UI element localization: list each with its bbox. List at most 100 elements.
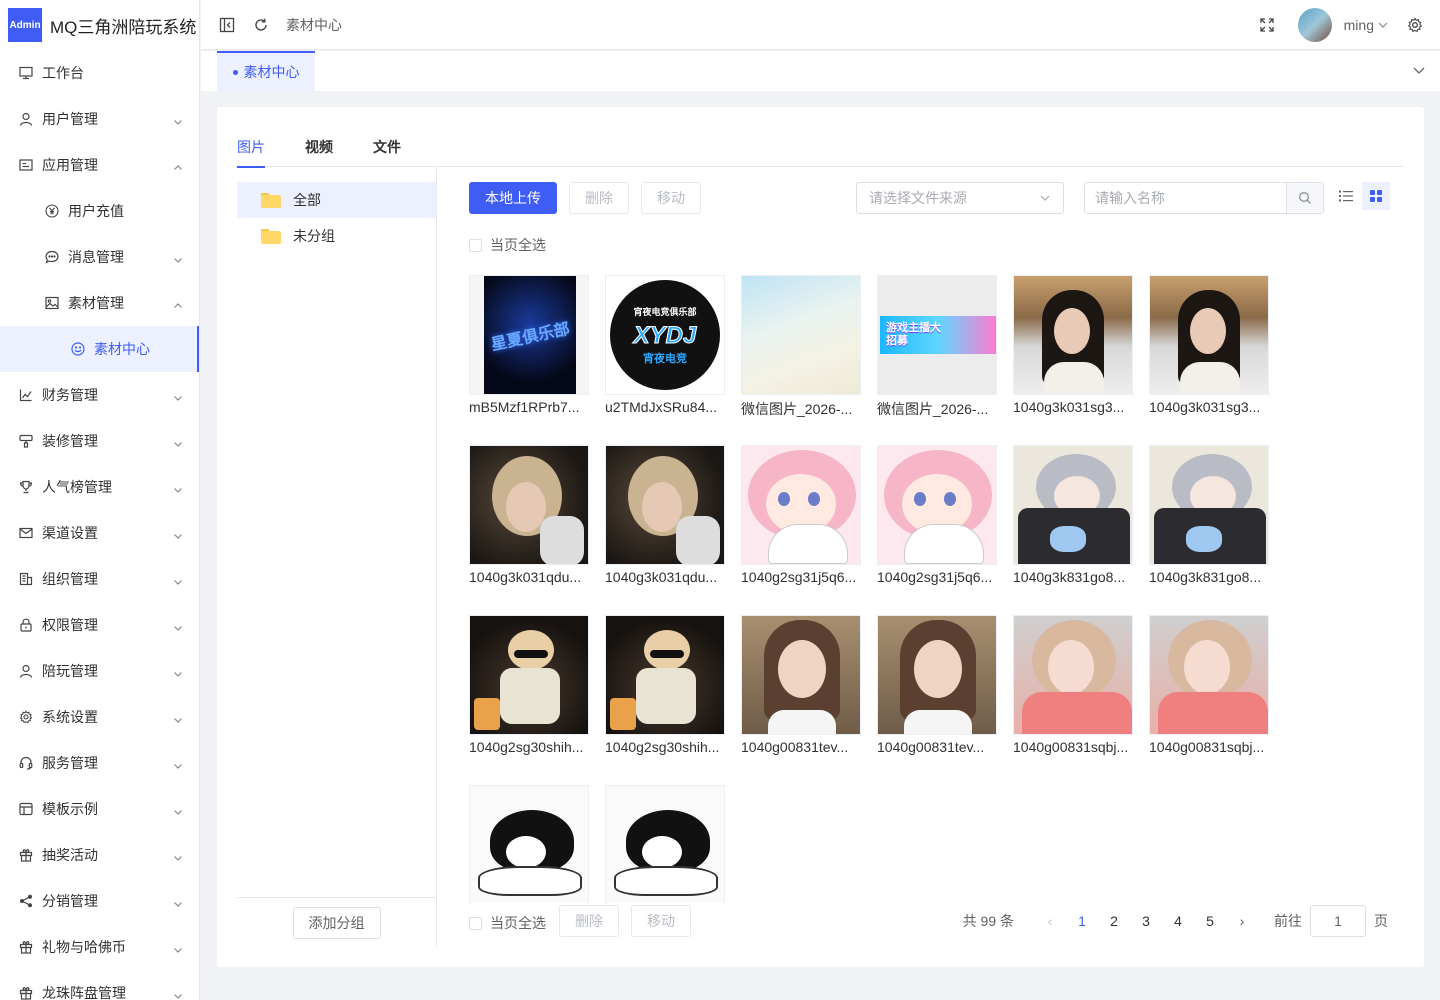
image-item[interactable]: 1040g3k031sg3...	[1149, 275, 1269, 415]
image-thumbnail[interactable]	[1013, 445, 1133, 565]
image-thumbnail[interactable]	[1149, 275, 1269, 395]
sidebar-item[interactable]: 龙珠阵盘管理	[0, 970, 199, 1000]
logo[interactable]: Admin MQ三角洲陪玩系统	[0, 0, 199, 50]
sidebar-item[interactable]: 分销管理	[0, 878, 199, 924]
page-1[interactable]: 1	[1066, 913, 1098, 929]
search-input[interactable]	[1085, 183, 1286, 213]
upload-button[interactable]: 本地上传	[469, 182, 557, 214]
tags-dropdown-icon[interactable]	[1412, 63, 1426, 80]
image-item[interactable]: 微信图片_2026-...	[741, 275, 861, 419]
image-item[interactable]: 1040g00831tev...	[741, 615, 861, 755]
sidebar-item[interactable]: 人气榜管理	[0, 464, 199, 510]
sidebar-item[interactable]: 渠道设置	[0, 510, 199, 556]
page-4[interactable]: 4	[1162, 913, 1194, 929]
page-5[interactable]: 5	[1194, 913, 1226, 929]
image-item[interactable]: 1040g2sg31j5q6...	[877, 445, 997, 585]
add-group-button[interactable]: 添加分组	[292, 906, 381, 939]
image-item[interactable]: 1040g00831sqbj...	[1149, 615, 1269, 755]
image-item[interactable]: 1040g3k031qdu...	[605, 445, 725, 585]
page-2[interactable]: 2	[1098, 913, 1130, 929]
image-thumbnail[interactable]	[877, 615, 997, 735]
image-item[interactable]: 1040g3k831go8...	[1149, 445, 1269, 585]
sidebar-item[interactable]: 财务管理	[0, 372, 199, 418]
group-item-ungrouped[interactable]: 未分组	[237, 218, 436, 254]
sidebar-item[interactable]: 工作台	[0, 50, 199, 96]
image-thumbnail[interactable]	[1013, 275, 1133, 395]
source-select-placeholder: 请选择文件来源	[869, 190, 967, 206]
image-item[interactable]: 游戏主播大招募 微信图片_2026-...	[877, 275, 997, 419]
image-thumbnail[interactable]: 星夏俱乐部	[469, 275, 589, 395]
image-item[interactable]: 1040g3k031qdu...	[469, 445, 589, 585]
image-item[interactable]: 1040g2sg30shih...	[469, 615, 589, 755]
next-page-icon[interactable]: ›	[1226, 913, 1258, 929]
sidebar-item[interactable]: 抽奖活动	[0, 832, 199, 878]
image-item[interactable]: 1040g00831tev...	[877, 615, 997, 755]
avatar[interactable]	[1297, 7, 1332, 42]
delete-button[interactable]: 删除	[569, 182, 629, 214]
image-thumbnail[interactable]	[1149, 615, 1269, 735]
select-all-checkbox[interactable]	[469, 238, 482, 252]
image-item[interactable]: 宵夜电竞俱乐部 XYDJ 宵夜电竞 u2TMdJxSRu84...	[605, 275, 725, 415]
sidebar-item[interactable]: 陪玩管理	[0, 648, 199, 694]
tab-tag-active[interactable]: 素材中心	[217, 51, 315, 91]
image-item[interactable]: 1040g2sg31j5q6...	[741, 445, 861, 585]
sidebar-item[interactable]: 服务管理	[0, 740, 199, 786]
prev-page-icon[interactable]: ‹	[1034, 913, 1066, 929]
image-item[interactable]: 1040g00831sqbj...	[1013, 615, 1133, 755]
sidebar-item[interactable]: 权限管理	[0, 602, 199, 648]
grid-view-icon[interactable]	[1362, 182, 1390, 210]
sidebar-item[interactable]: 素材中心	[0, 326, 199, 372]
image-thumbnail[interactable]	[741, 275, 861, 395]
group-item-all[interactable]: 全部	[237, 182, 436, 218]
gear-icon[interactable]	[1406, 16, 1424, 34]
sidebar-item[interactable]: 素材管理	[0, 280, 199, 326]
image-thumbnail[interactable]	[605, 445, 725, 565]
sidebar-item[interactable]: 应用管理	[0, 142, 199, 188]
image-thumbnail[interactable]	[469, 615, 589, 735]
sidebar-item[interactable]: 系统设置	[0, 694, 199, 740]
refresh-icon[interactable]	[252, 16, 270, 34]
goto-input[interactable]: 1	[1310, 905, 1366, 937]
image-thumbnail[interactable]	[1149, 445, 1269, 565]
sidebar-item[interactable]: 组织管理	[0, 556, 199, 602]
tab-images[interactable]: 图片	[237, 127, 265, 168]
image-item[interactable]: 1040g2sg30shih...	[605, 615, 725, 755]
image-thumbnail[interactable]	[605, 615, 725, 735]
tab-videos[interactable]: 视频	[305, 127, 333, 167]
fullscreen-icon[interactable]	[1258, 16, 1276, 34]
select-all-bottom[interactable]: 当页全选	[469, 913, 546, 933]
search-button[interactable]	[1286, 183, 1323, 213]
image-thumbnail[interactable]	[469, 445, 589, 565]
collapse-sidebar-icon[interactable]	[218, 16, 236, 34]
move-button[interactable]: 移动	[641, 182, 701, 214]
sidebar-item[interactable]: 消息管理	[0, 234, 199, 280]
sidebar-item[interactable]: 用户管理	[0, 96, 199, 142]
sidebar-item[interactable]: 模板示例	[0, 786, 199, 832]
image-thumbnail[interactable]	[1013, 615, 1133, 735]
chart-icon	[18, 387, 34, 403]
footer-delete-button[interactable]: 删除	[559, 905, 619, 937]
user-menu[interactable]: ming	[1344, 17, 1388, 33]
image-thumbnail[interactable]: 游戏主播大招募	[877, 275, 997, 395]
tab-files[interactable]: 文件	[373, 127, 401, 167]
image-item[interactable]: 1040g3k831go8...	[1013, 445, 1133, 585]
image-item[interactable]: 1040g3k031sg3...	[1013, 275, 1133, 415]
list-view-icon[interactable]	[1332, 182, 1360, 210]
sidebar-item[interactable]: 装修管理	[0, 418, 199, 464]
image-thumbnail[interactable]	[741, 445, 861, 565]
image-item[interactable]: 星夏俱乐部 mB5Mzf1RPrb7...	[469, 275, 589, 415]
footer-move-button[interactable]: 移动	[631, 905, 691, 937]
image-thumbnail[interactable]	[469, 785, 589, 903]
source-select[interactable]: 请选择文件来源	[856, 182, 1064, 214]
select-all-top[interactable]: 当页全选	[469, 235, 546, 255]
image-thumbnail[interactable]	[605, 785, 725, 903]
page-3[interactable]: 3	[1130, 913, 1162, 929]
image-thumbnail[interactable]	[741, 615, 861, 735]
sidebar-item[interactable]: 用户充值	[0, 188, 199, 234]
select-all-checkbox[interactable]	[469, 916, 482, 930]
image-thumbnail[interactable]	[877, 445, 997, 565]
image-item[interactable]	[469, 785, 589, 903]
image-item[interactable]	[605, 785, 725, 903]
sidebar-item[interactable]: 礼物与哈佛币	[0, 924, 199, 970]
image-thumbnail[interactable]: 宵夜电竞俱乐部 XYDJ 宵夜电竞	[605, 275, 725, 395]
